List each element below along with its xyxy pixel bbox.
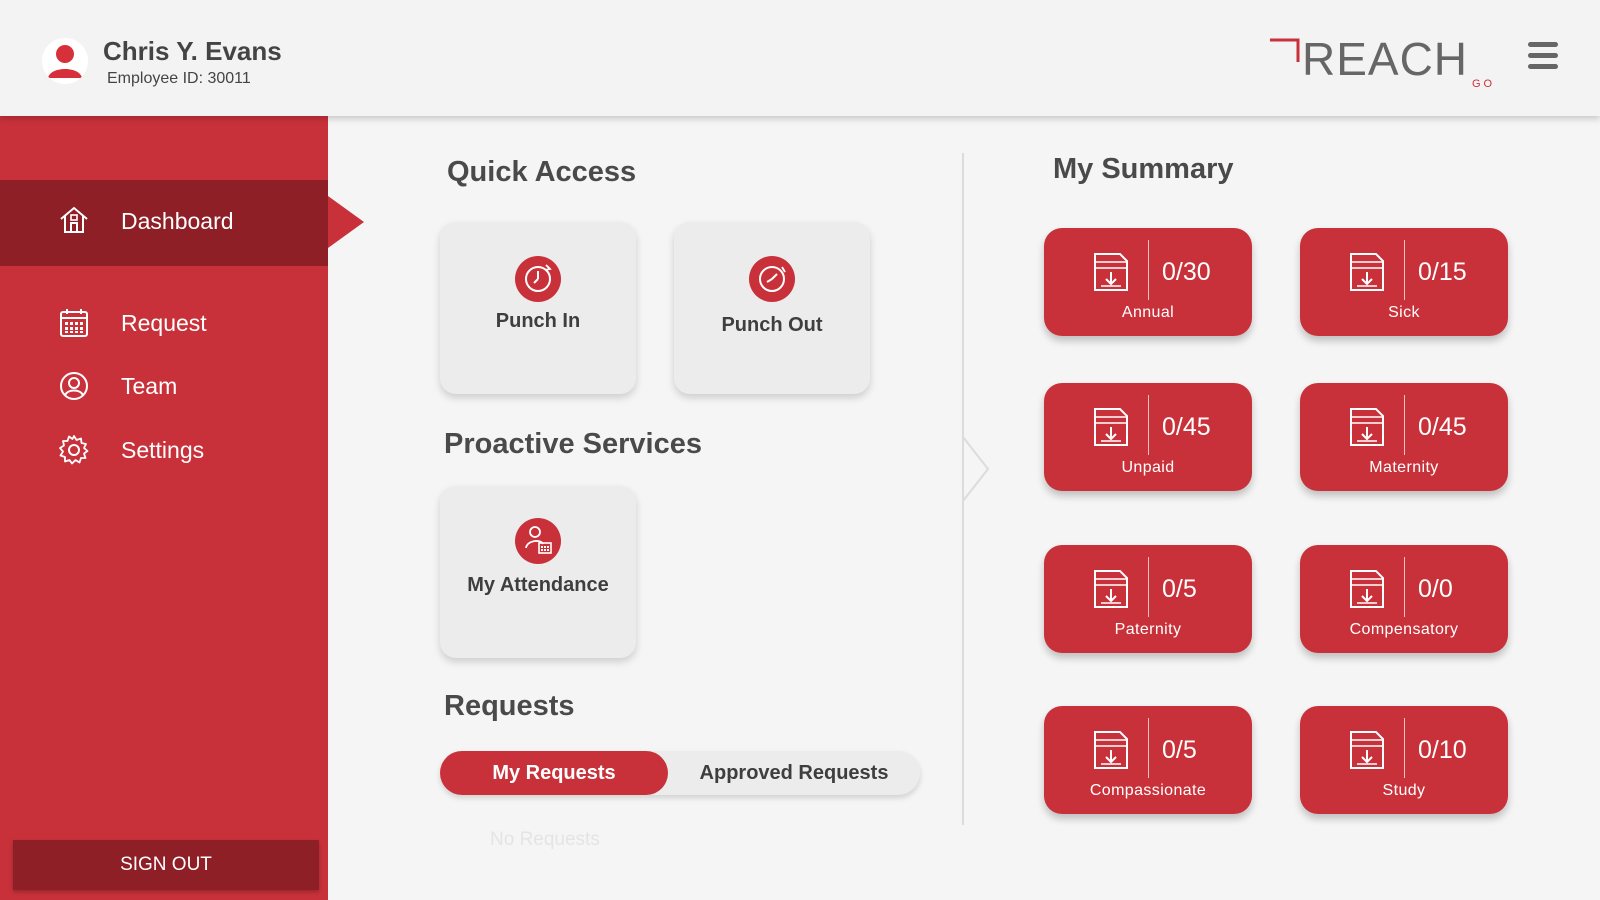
sidebar: Dashboard Request Team Settings SIGN OUT: [0, 116, 328, 900]
my-summary-title: My Summary: [1053, 153, 1234, 185]
card-label: Sick: [1388, 304, 1420, 321]
sidebar-item-label: Dashboard: [121, 208, 234, 234]
proactive-services-title: Proactive Services: [444, 428, 702, 460]
card-value: 0/0: [1418, 575, 1453, 603]
document-download-icon: [1094, 731, 1128, 769]
tile-label: Punch In: [495, 310, 581, 332]
summary-card-compensatory[interactable]: 0/0 Compensatory: [1300, 545, 1508, 653]
document-download-icon: [1094, 253, 1128, 291]
document-download-icon: [1350, 570, 1384, 608]
sidebar-item-request[interactable]: Request: [0, 293, 328, 353]
card-label: Unpaid: [1121, 459, 1175, 476]
card-value: 0/45: [1418, 413, 1467, 441]
user-name: Chris Y. Evans: [103, 36, 282, 66]
user-circle-icon: [60, 372, 88, 400]
sidebar-item-label: Settings: [121, 437, 205, 463]
tab-my-requests[interactable]: My Requests: [440, 751, 668, 795]
summary-card-annual[interactable]: 0/30 Annual: [1044, 228, 1252, 336]
card-separator: [1404, 240, 1405, 300]
requests-toggle: My Requests Approved Requests: [440, 751, 920, 795]
card-separator: [1404, 395, 1405, 455]
reach-go-logo: REACH GO: [1268, 30, 1508, 94]
gear-icon: [59, 435, 89, 465]
sign-out-button[interactable]: SIGN OUT: [13, 840, 319, 890]
card-separator: [1404, 557, 1405, 617]
sidebar-item-dashboard[interactable]: Dashboard: [0, 180, 328, 266]
card-separator: [1148, 395, 1149, 455]
summary-card-maternity[interactable]: 0/45 Maternity: [1300, 383, 1508, 491]
card-value: 0/10: [1418, 736, 1467, 764]
tile-label: Punch Out: [721, 314, 823, 336]
requests-title: Requests: [444, 690, 575, 722]
logo-word: REACH: [1302, 33, 1469, 85]
card-separator: [1404, 718, 1405, 778]
clock-out-icon: [749, 256, 795, 302]
summary-card-sick[interactable]: 0/15 Sick: [1300, 228, 1508, 336]
card-label: Compensatory: [1349, 621, 1459, 638]
card-value: 0/45: [1162, 413, 1211, 441]
document-download-icon: [1094, 570, 1128, 608]
document-download-icon: [1350, 731, 1384, 769]
no-requests-text: No Requests: [490, 829, 600, 850]
card-value: 0/15: [1418, 258, 1467, 286]
hamburger-menu-icon[interactable]: [1528, 42, 1558, 74]
active-nav-pointer: [328, 196, 364, 248]
summary-card-compassionate[interactable]: 0/5 Compassionate: [1044, 706, 1252, 814]
card-label: Compassionate: [1089, 782, 1207, 799]
tile-label: My Attendance: [467, 574, 609, 596]
summary-card-unpaid[interactable]: 0/45 Unpaid: [1044, 383, 1252, 491]
employee-id: Employee ID: 30011: [107, 70, 251, 87]
sidebar-item-label: Team: [121, 373, 178, 399]
document-download-icon: [1350, 253, 1384, 291]
card-separator: [1148, 557, 1149, 617]
card-separator: [1148, 240, 1149, 300]
my-attendance-tile[interactable]: My Attendance: [440, 486, 636, 658]
card-value: 0/5: [1162, 575, 1197, 603]
home-icon: [60, 206, 88, 233]
quick-access-title: Quick Access: [447, 156, 637, 188]
card-label: Annual: [1121, 304, 1175, 321]
card-label: Study: [1382, 782, 1426, 799]
divider-chevron-icon: [962, 437, 990, 501]
sidebar-item-label: Request: [121, 310, 207, 336]
logo-mark-icon: [1270, 38, 1300, 62]
avatar-icon[interactable]: [42, 38, 88, 84]
tab-approved-requests[interactable]: Approved Requests: [668, 751, 920, 795]
top-header: Chris Y. Evans Employee ID: 30011 REACH …: [0, 0, 1600, 116]
card-label: Maternity: [1369, 459, 1439, 476]
document-download-icon: [1094, 408, 1128, 446]
card-separator: [1148, 718, 1149, 778]
attendance-icon: [515, 518, 561, 564]
sidebar-item-settings[interactable]: Settings: [0, 420, 328, 480]
logo-sub: GO: [1472, 78, 1496, 90]
document-download-icon: [1350, 408, 1384, 446]
summary-card-paternity[interactable]: 0/5 Paternity: [1044, 545, 1252, 653]
card-label: Paternity: [1114, 621, 1182, 638]
clock-in-icon: [515, 256, 561, 302]
summary-card-study[interactable]: 0/10 Study: [1300, 706, 1508, 814]
sidebar-item-team[interactable]: Team: [0, 356, 328, 416]
punch-out-tile[interactable]: Punch Out: [674, 222, 870, 394]
punch-in-tile[interactable]: Punch In: [440, 222, 636, 394]
card-value: 0/5: [1162, 736, 1197, 764]
card-value: 0/30: [1162, 258, 1211, 286]
calendar-icon: [60, 309, 88, 337]
